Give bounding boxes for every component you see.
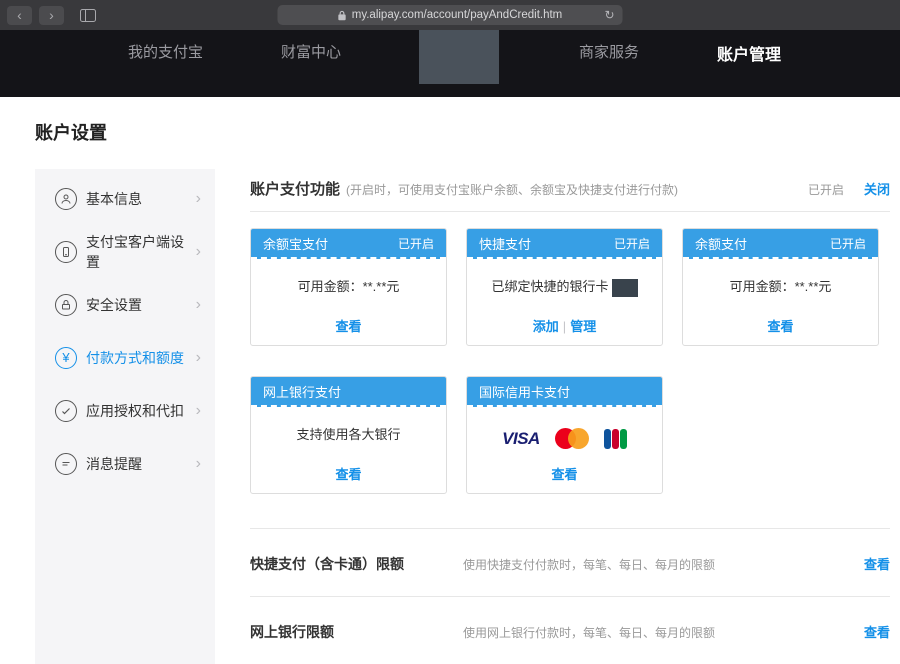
card-international-card-pay: 国际信用卡支付 VISA 查看 [466,376,663,494]
card-brand-logos: VISA [467,407,662,449]
limit-row-online-banking: 网上银行限额 使用网上银行付款时，每笔、每日、每月的限额 查看 [250,596,890,664]
card-balance-pay: 余额支付 已开启 可用金额：**.**元 查看 [682,228,879,346]
main-content: 账户支付功能 (开启时，可使用支付宝账户余额、余额宝及快捷支付进行付款) 已开启… [250,169,890,664]
view-link[interactable]: 查看 [864,554,890,573]
card-body: 已绑定快捷的银行卡 [467,259,662,297]
card-yuebao-pay: 余额宝支付 已开启 可用金额：**.**元 查看 [250,228,447,346]
limit-title: 快捷支付（含卡通）限额 [250,554,463,574]
view-link[interactable]: 查看 [864,622,890,641]
message-icon [55,453,77,475]
manage-link[interactable]: 管理 [570,319,596,334]
card-title: 快捷支付 [479,234,531,253]
card-body: 可用金额：**.**元 [683,259,878,295]
sidebar-item-label: 消息提醒 [86,454,142,474]
chevron-right-icon: › [196,402,201,420]
chevron-right-icon: › [196,243,201,261]
close-link[interactable]: 关闭 [864,179,890,198]
sidebar-item-app-authorization[interactable]: 应用授权和代扣 › [35,384,215,437]
sidebar-item-label: 应用授权和代扣 [86,401,184,421]
user-icon [55,188,77,210]
sidebar-item-payment-methods[interactable]: ¥ 付款方式和额度 › [35,331,215,384]
card-header: 余额宝支付 已开启 [251,229,446,259]
forward-button[interactable]: › [39,6,64,25]
nav-item-my-alipay[interactable]: 我的支付宝 [128,41,203,62]
mobile-client-icon [55,241,77,263]
redacted-value [612,279,638,297]
sidebar-item-basic-info[interactable]: 基本信息 › [35,172,215,225]
card-header: 网上银行支付 [251,377,446,407]
limit-description: 使用网上银行付款时，每笔、每日、每月的限额 [463,624,864,641]
settings-sidebar: 基本信息 › 支付宝客户端设置 › 安全设置 › ¥ 付款方式和额度 › [35,169,215,664]
sidebar-toggle-glyph [80,9,96,22]
limit-title: 网上银行限额 [250,622,463,642]
link-separator: | [563,319,566,334]
card-title: 余额宝支付 [263,234,328,253]
card-title: 国际信用卡支付 [479,382,570,401]
view-link[interactable]: 查看 [335,319,361,334]
address-bar[interactable]: my.alipay.com/account/payAndCredit.htm ↻ [278,5,623,25]
card-online-banking-pay: 网上银行支付 支持使用各大银行 查看 [250,376,447,494]
section-title: 账户支付功能 [250,178,340,199]
card-header: 国际信用卡支付 [467,377,662,407]
back-button[interactable]: ‹ [7,6,32,25]
sidebar-item-label: 安全设置 [86,295,142,315]
section-divider [250,211,890,212]
view-link[interactable]: 查看 [335,467,361,482]
chevron-right-icon: › [196,190,201,208]
card-body: 可用金额：**.**元 [251,259,446,295]
chevron-right-icon: › [196,349,201,367]
visa-logo: VISA [502,429,540,449]
card-header: 余额支付 已开启 [683,229,878,259]
add-link[interactable]: 添加 [533,319,559,334]
status-text: 已开启 [808,181,844,198]
card-status-badge: 已开启 [614,235,650,252]
card-status-badge: 已开启 [398,235,434,252]
mastercard-logo [555,428,589,449]
page-title: 账户设置 [35,119,890,145]
sidebar-item-label: 支付宝客户端设置 [86,232,196,272]
sidebar-toggle-icon[interactable] [80,9,96,22]
lock-icon [55,294,77,316]
browser-chrome: ‹ › my.alipay.com/account/payAndCredit.h… [0,0,900,30]
url-text: my.alipay.com/account/payAndCredit.htm [352,9,563,21]
card-title: 网上银行支付 [263,382,341,401]
section-note: (开启时，可使用支付宝账户余额、余额宝及快捷支付进行付款) [346,181,678,198]
payment-cards-grid: 余额宝支付 已开启 可用金额：**.**元 查看 快捷支付 已开启 已绑定快捷的… [250,228,890,494]
nav-item-wealth-center[interactable]: 财富中心 [281,41,341,62]
card-header: 快捷支付 已开启 [467,229,662,259]
section-header: 账户支付功能 (开启时，可使用支付宝账户余额、余额宝及快捷支付进行付款) 已开启… [250,169,890,199]
limit-description: 使用快捷支付付款时，每笔、每日、每月的限额 [463,556,864,573]
view-link[interactable]: 查看 [767,319,793,334]
card-title: 余额支付 [695,234,747,253]
sidebar-item-security-settings[interactable]: 安全设置 › [35,278,215,331]
sidebar-item-message-reminder[interactable]: 消息提醒 › [35,437,215,490]
chevron-right-icon: › [196,455,201,473]
refresh-icon[interactable]: ↻ [604,8,614,22]
nav-item-merchant-services[interactable]: 商家服务 [579,41,639,62]
lock-icon [338,10,347,21]
bound-cards-text: 已绑定快捷的银行卡 [491,279,608,294]
limit-row-quick-pay: 快捷支付（含卡通）限额 使用快捷支付付款时，每笔、每日、每月的限额 查看 [250,528,890,596]
check-icon [55,400,77,422]
chevron-right-icon: › [196,296,201,314]
view-link[interactable]: 查看 [551,467,577,482]
limits-section: 快捷支付（含卡通）限额 使用快捷支付付款时，每笔、每日、每月的限额 查看 网上银… [250,528,890,664]
yen-icon: ¥ [55,347,77,369]
card-body: 支持使用各大银行 [251,407,446,443]
page-body: 账户设置 基本信息 › 支付宝客户端设置 › 安 [0,119,900,664]
site-navbar: 我的支付宝 财富中心 商家服务 账户管理 [0,30,900,97]
sidebar-item-label: 基本信息 [86,189,142,209]
jcb-logo [604,429,627,449]
nav-item-account-management[interactable]: 账户管理 [717,41,781,65]
sidebar-item-client-settings[interactable]: 支付宝客户端设置 › [35,225,215,278]
card-status-badge: 已开启 [830,235,866,252]
redacted-logo [419,30,499,84]
card-quick-pay: 快捷支付 已开启 已绑定快捷的银行卡 添加 | 管理 [466,228,663,346]
sidebar-item-label: 付款方式和额度 [86,348,184,368]
